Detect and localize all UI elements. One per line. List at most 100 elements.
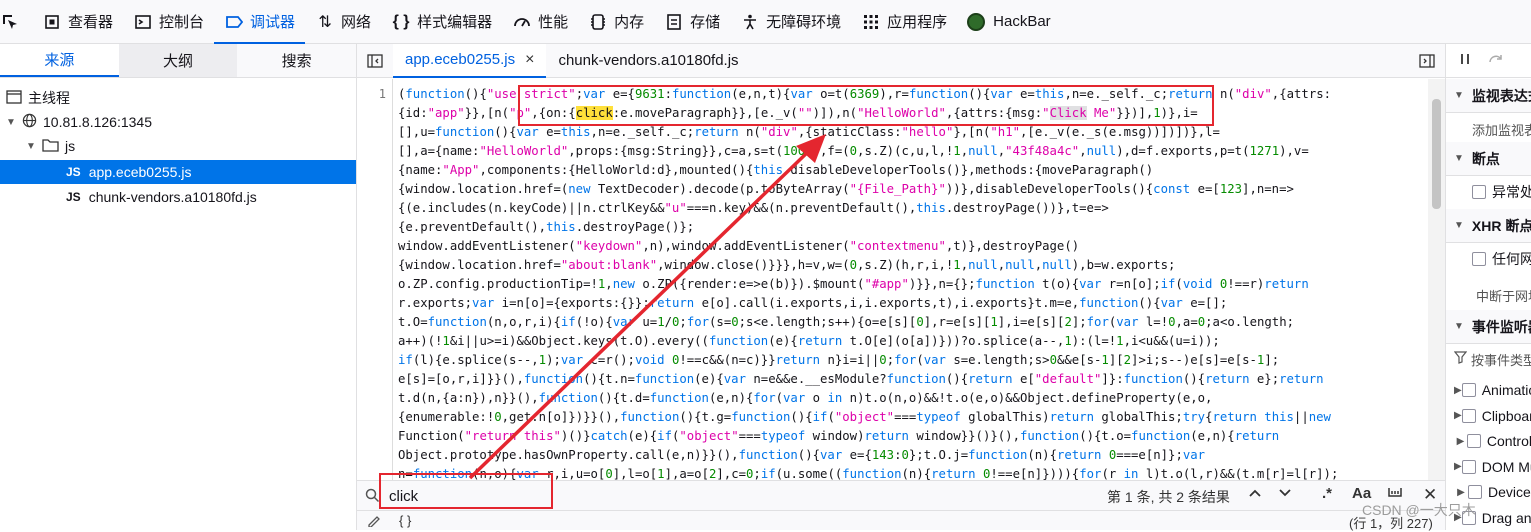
tree-file-chunk-vendors[interactable]: JS chunk-vendors.a10180fd.js	[0, 185, 356, 209]
editor-tab-chunk-vendors[interactable]: chunk-vendors.a10180fd.js	[546, 44, 750, 78]
pretty-print-button[interactable]: { }	[399, 513, 411, 528]
event-filter-input[interactable]: 按事件类型过滤	[1446, 346, 1531, 372]
step-over-icon	[1489, 55, 1502, 63]
tree-host[interactable]: ▼ 10.81.8.126:1345	[0, 110, 356, 134]
next-result-button[interactable]	[1277, 485, 1293, 505]
checkbox[interactable]	[1468, 485, 1482, 499]
code-line[interactable]: a++)(!1&i||u>=i)&&Object.keys(t.O).every…	[398, 332, 1428, 351]
editor-tab-app[interactable]: app.eceb0255.js ×	[393, 43, 547, 78]
checkbox[interactable]	[1461, 383, 1476, 397]
right-panel-toolbar	[1446, 44, 1531, 78]
expand-triangle-icon[interactable]: ▶	[1454, 385, 1462, 396]
toggle-sources-button[interactable]	[357, 44, 393, 78]
tab-accessibility[interactable]: 无障碍环境	[730, 0, 851, 44]
scrollbar-thumb[interactable]	[1432, 99, 1441, 209]
code-line[interactable]: {(e.includes(n.keyCode)||n.ctrlKey&&"u"=…	[398, 199, 1428, 218]
tree-label: chunk-vendors.a10180fd.js	[88, 189, 257, 205]
step-over-button[interactable]	[1488, 52, 1504, 69]
pick-element-button[interactable]	[0, 0, 32, 44]
event-category-label: Animation	[1481, 382, 1531, 398]
expand-triangle-icon: ▼	[1454, 90, 1464, 101]
section-title: 事件监听器断点	[1471, 318, 1531, 335]
code-line[interactable]: r.exports;var i=n[o]={exports:{}};return…	[398, 294, 1428, 313]
expand-triangle-icon: ▼	[26, 140, 36, 152]
code-line[interactable]: [],a={name:"HelloWorld",props:{msg:Strin…	[398, 142, 1428, 161]
accessibility-icon	[740, 12, 760, 32]
xhr-breakpoints-header[interactable]: ▼ XHR 断点	[1446, 209, 1531, 243]
expand-triangle-icon[interactable]: ▶	[1454, 410, 1462, 421]
pause-button[interactable]	[1458, 52, 1472, 69]
tree-folder-js[interactable]: ▼ js	[0, 134, 356, 158]
code-line[interactable]: {e.preventDefault(),this.destroyPage()};	[398, 218, 1428, 237]
tab-inspector[interactable]: 查看器	[32, 0, 123, 44]
pretty-print-icon[interactable]	[367, 513, 381, 530]
tab-storage[interactable]: 存储	[654, 0, 730, 44]
tab-style-editor[interactable]: { } 样式编辑器	[381, 0, 502, 44]
storage-icon	[664, 12, 684, 32]
code-line[interactable]: {window.location.href=(new TextDecoder).…	[398, 180, 1428, 199]
tab-outline[interactable]: 大纲	[118, 44, 238, 77]
regex-toggle[interactable]: .*	[1322, 485, 1332, 502]
checkbox[interactable]	[1461, 408, 1476, 423]
tree-main-thread[interactable]: 主线程	[0, 86, 356, 110]
pause-on-exceptions-checkbox[interactable]: 异常处暂停	[1446, 179, 1531, 205]
code-line[interactable]: {name:"App",components:{HelloWorld:d},mo…	[398, 161, 1428, 180]
tab-search[interactable]: 搜索	[237, 44, 357, 77]
tab-application[interactable]: 应用程序	[851, 0, 957, 44]
expand-triangle-icon[interactable]: ▶	[1454, 436, 1467, 447]
tree-file-app[interactable]: JS app.eceb0255.js	[0, 160, 356, 184]
chevron-down-icon	[1279, 489, 1291, 497]
event-category-item[interactable]: ▶ Control	[1446, 428, 1531, 454]
line-number[interactable]: 1	[379, 87, 386, 101]
search-result-status: 第 1 条, 共 2 条结果	[1107, 489, 1230, 505]
tab-console[interactable]: 控制台	[123, 0, 214, 44]
tab-label: 调试器	[250, 14, 296, 31]
section-title: 断点	[1471, 150, 1500, 167]
tab-label: 网络	[341, 14, 372, 31]
tab-performance[interactable]: 性能	[502, 0, 578, 44]
previous-result-button[interactable]	[1247, 485, 1263, 505]
checkbox[interactable]	[1472, 252, 1486, 266]
event-category-item[interactable]: ▶ DOM Mutation	[1446, 454, 1531, 480]
code-editor[interactable]: (function(){"use strict";var e={9631:fun…	[398, 79, 1428, 480]
tab-memory[interactable]: 内存	[578, 0, 654, 44]
break-on-url-input[interactable]: 中断于网址包含	[1476, 286, 1531, 305]
code-line[interactable]: if(l){e.splice(s--,1);var c=r();void 0!=…	[398, 351, 1428, 370]
event-category-item[interactable]: ▶ Clipboard	[1446, 403, 1531, 429]
sidebar-toggle-icon	[1419, 53, 1435, 68]
code-line[interactable]: window.addEventListener("keydown",n),win…	[398, 237, 1428, 256]
expand-triangle-icon[interactable]: ▶	[1454, 461, 1462, 472]
filter-icon	[1453, 351, 1468, 367]
watch-expressions-header[interactable]: ▼ 监视表达式	[1446, 79, 1531, 113]
code-line[interactable]: t.O=function(n,o,r,i){if(!o){var u=1/0;f…	[398, 313, 1428, 332]
checkbox[interactable]	[1472, 185, 1486, 199]
code-line[interactable]: e[s]=[o,r,i]}}(),function(){t.n=function…	[398, 370, 1428, 389]
event-category-item[interactable]: ▶ Animation	[1446, 377, 1531, 403]
close-icon[interactable]: ×	[525, 51, 534, 69]
tab-label: 应用程序	[887, 14, 948, 31]
tab-debugger[interactable]: 调试器	[214, 0, 306, 45]
toggle-right-panel-button[interactable]	[1409, 44, 1445, 78]
checkbox[interactable]	[1466, 434, 1481, 448]
add-watch-expression[interactable]: 添加监视表达式	[1472, 120, 1531, 139]
code-line[interactable]: o.ZP.config.productionTip=!1,new o.ZP({r…	[398, 275, 1428, 294]
event-listener-breakpoints-header[interactable]: ▼ 事件监听器断点	[1446, 310, 1531, 344]
pause-icon	[1461, 54, 1469, 64]
code-line[interactable]: Function("return this")()}catch(e){if("o…	[398, 427, 1428, 446]
code-line[interactable]: t.d(n,{a:n}),n}}(),function(){t.d=functi…	[398, 389, 1428, 408]
code-line[interactable]: {window.location.href="about:blank",wind…	[398, 256, 1428, 275]
expand-triangle-icon[interactable]: ▶	[1454, 487, 1468, 498]
checkbox[interactable]	[1461, 459, 1476, 474]
tab-network[interactable]: ⇅ 网络	[305, 0, 381, 44]
code-line[interactable]: {enumerable:!0,get:n[o]})}}(),function()…	[398, 408, 1428, 427]
chevron-up-icon	[1249, 489, 1261, 497]
line-gutter[interactable]: 1	[357, 79, 393, 480]
tab-sources[interactable]: 来源	[0, 44, 119, 77]
search-icon	[365, 488, 380, 506]
tab-label: HackBar	[993, 13, 1051, 30]
editor-scrollbar[interactable]	[1428, 79, 1445, 480]
code-line[interactable]: Object.prototype.hasOwnProperty.call(e,n…	[398, 446, 1428, 465]
breakpoints-header[interactable]: ▼ 断点	[1446, 142, 1531, 176]
any-url-checkbox[interactable]: 任何网址	[1446, 246, 1531, 272]
tab-hackbar[interactable]: HackBar	[957, 0, 1061, 44]
